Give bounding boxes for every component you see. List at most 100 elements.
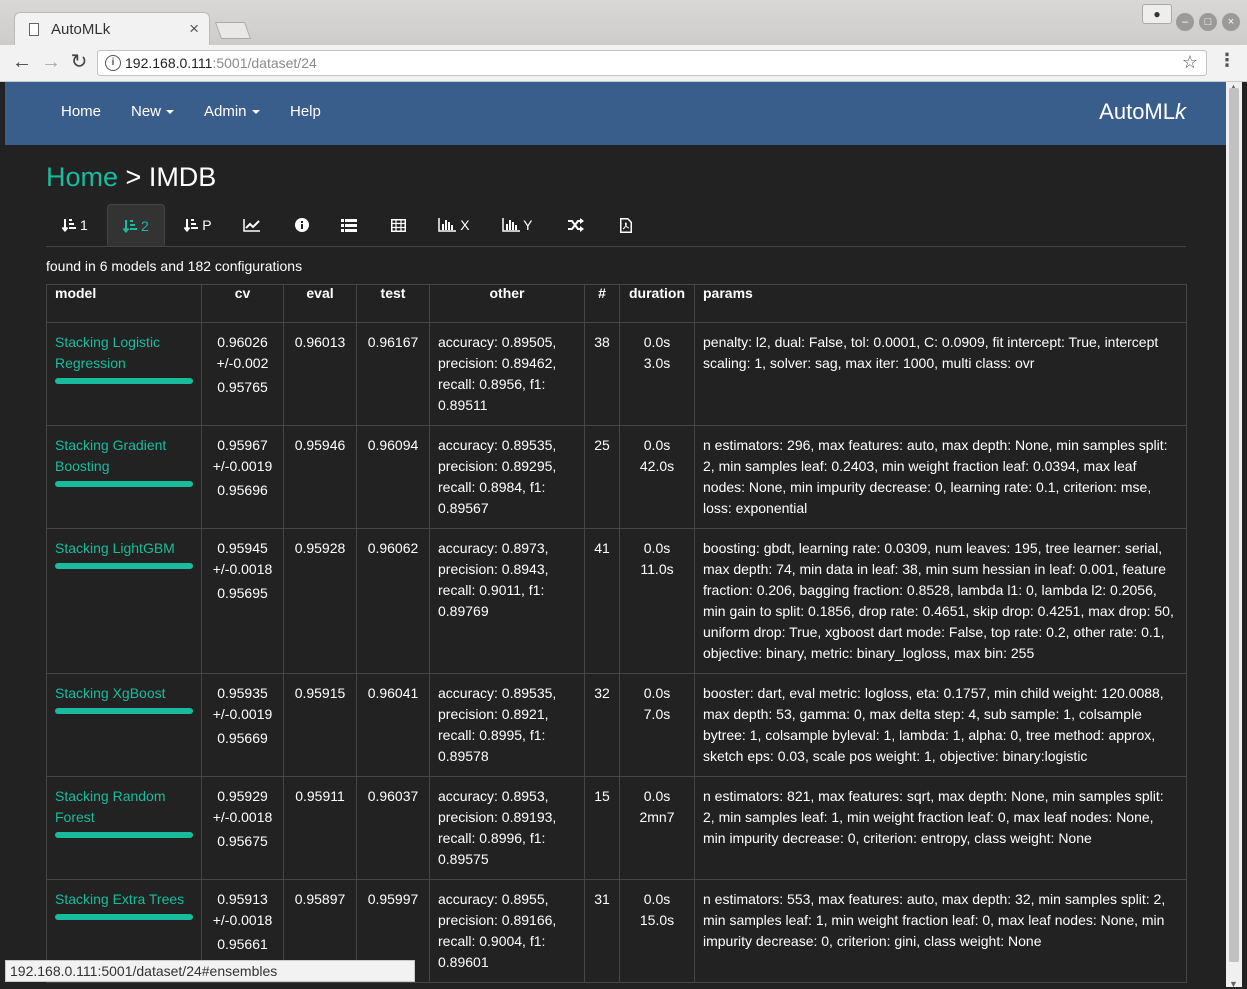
tab-info[interactable] xyxy=(284,204,320,246)
count-cell: 15 xyxy=(584,776,620,880)
col-cv[interactable]: cv xyxy=(201,284,284,323)
address-bar[interactable]: i 192.168.0.111:5001/dataset/24 ☆ xyxy=(97,50,1207,76)
tab-sort-2[interactable]: 2 xyxy=(107,204,165,246)
params-cell: n estimators: 296, max features: auto, m… xyxy=(694,425,1187,529)
back-icon[interactable]: ← xyxy=(9,49,35,75)
cv-std: +/-0.002 xyxy=(216,355,269,371)
cv-std: +/-0.0019 xyxy=(212,458,273,474)
sort-asc-icon xyxy=(184,219,199,233)
cv-cell: 0.95967 +/-0.0019 0.95696 xyxy=(201,425,284,529)
cv-cell: 0.95935 +/-0.0019 0.95669 xyxy=(201,673,284,777)
table-row: Stacking LightGBM 0.95945 +/-0.0018 0.95695… xyxy=(46,528,1187,674)
cv-low: 0.95661 xyxy=(217,936,268,952)
browser-tab[interactable]: AutoMLk × xyxy=(14,12,210,45)
scroll-down-icon[interactable]: ▼ xyxy=(1229,979,1238,989)
line-chart-icon xyxy=(243,219,260,232)
model-link[interactable]: Stacking Random Forest xyxy=(55,786,193,828)
new-tab-button[interactable] xyxy=(214,22,252,39)
close-window-icon[interactable]: × xyxy=(1222,13,1240,31)
col-test[interactable]: test xyxy=(356,284,430,323)
model-link[interactable]: Stacking Gradient Boosting xyxy=(55,435,193,477)
nav-admin-dropdown[interactable]: Admin xyxy=(204,103,260,120)
other-cell: accuracy: 0.8953, precision: 0.89193, re… xyxy=(429,776,585,880)
nav-home[interactable]: Home xyxy=(61,103,101,120)
col-duration[interactable]: duration xyxy=(619,284,695,323)
tab-list[interactable] xyxy=(331,204,367,246)
sort-asc-icon xyxy=(122,220,138,234)
minimize-icon[interactable]: – xyxy=(1176,13,1194,31)
page-scrollbar[interactable]: ▲ ▼ xyxy=(1226,82,1242,989)
tab-sort-p[interactable]: P xyxy=(170,204,226,246)
col-eval[interactable]: eval xyxy=(283,284,357,323)
duration-cell: 0.0s 15.0s xyxy=(619,879,695,983)
cv-value: 0.95945 xyxy=(217,540,268,556)
table-row: Stacking Gradient Boosting 0.95967 +/-0.00… xyxy=(46,425,1187,529)
info-icon xyxy=(295,218,309,232)
count-cell: 25 xyxy=(584,425,620,529)
maximize-icon[interactable]: □ xyxy=(1199,13,1217,31)
scrollbar-thumb[interactable] xyxy=(1229,88,1239,962)
browser-menu-icon[interactable]: ⋮ xyxy=(1218,50,1236,71)
found-summary: found in 6 models and 182 configurations xyxy=(46,258,303,274)
sort-asc-icon xyxy=(61,219,77,233)
model-link[interactable]: Stacking Extra Trees xyxy=(55,889,193,910)
tab-line-chart[interactable] xyxy=(232,204,272,246)
model-cell: Stacking Logistic Regression xyxy=(46,322,202,426)
eval-cell: 0.95928 xyxy=(283,528,357,674)
forward-icon[interactable]: → xyxy=(38,49,64,75)
eval-cell: 0.95915 xyxy=(283,673,357,777)
cv-value: 0.95929 xyxy=(217,788,268,804)
tab-bar-chart-x[interactable]: X xyxy=(430,204,478,246)
col-params[interactable]: params xyxy=(694,284,1187,323)
nav-new-dropdown[interactable]: New xyxy=(131,103,175,120)
cv-low: 0.95669 xyxy=(217,730,268,746)
cv-std: +/-0.0018 xyxy=(212,561,273,577)
test-cell: 0.96037 xyxy=(356,776,430,880)
tab-table[interactable] xyxy=(380,204,416,246)
col-count[interactable]: # xyxy=(584,284,620,323)
count-cell: 38 xyxy=(584,322,620,426)
model-cell: Stacking XgBoost xyxy=(46,673,202,777)
params-cell: booster: dart, eval metric: logloss, eta… xyxy=(694,673,1187,777)
url-text: 192.168.0.111:5001/dataset/24 xyxy=(125,55,317,71)
profile-icon[interactable]: ● xyxy=(1142,4,1172,24)
breadcrumb-home-link[interactable]: Home xyxy=(46,162,118,192)
cv-low: 0.95765 xyxy=(217,379,268,395)
reload-icon[interactable]: ↻ xyxy=(66,49,92,75)
cv-value: 0.95913 xyxy=(217,891,268,907)
close-tab-icon[interactable]: × xyxy=(189,19,199,39)
tab-bar-chart-y[interactable]: Y xyxy=(493,204,541,246)
model-cell: Stacking Random Forest xyxy=(46,776,202,880)
eval-cell: 0.96013 xyxy=(283,322,357,426)
cv-cell: 0.96026 +/-0.002 0.95765 xyxy=(201,322,284,426)
count-cell: 31 xyxy=(584,879,620,983)
cv-value: 0.95967 xyxy=(217,437,268,453)
params-cell: n estimators: 553, max features: auto, m… xyxy=(694,879,1187,983)
other-cell: accuracy: 0.89505, precision: 0.89462, r… xyxy=(429,322,585,426)
brand-logo[interactable]: AutoMLk xyxy=(1099,99,1186,125)
bookmark-star-icon[interactable]: ☆ xyxy=(1182,52,1198,73)
duration-cell: 0.0s 2mn7 xyxy=(619,776,695,880)
params-cell: penalty: l2, dual: False, tol: 0.0001, C… xyxy=(694,322,1187,426)
model-link[interactable]: Stacking LightGBM xyxy=(55,538,193,559)
col-other[interactable]: other xyxy=(429,284,585,323)
col-model[interactable]: model xyxy=(46,284,202,323)
cv-std: +/-0.0018 xyxy=(212,809,273,825)
tab-shuffle[interactable] xyxy=(556,204,596,246)
tab-pdf[interactable] xyxy=(606,204,646,246)
nav-help[interactable]: Help xyxy=(290,103,321,120)
page-title: IMDB xyxy=(148,162,217,192)
model-link[interactable]: Stacking Logistic Regression xyxy=(55,332,193,374)
score-bar xyxy=(55,378,193,384)
model-link[interactable]: Stacking XgBoost xyxy=(55,683,193,704)
eval-cell: 0.95946 xyxy=(283,425,357,529)
caret-down-icon xyxy=(166,110,175,115)
tab-sort-1[interactable]: 1 xyxy=(46,204,104,246)
caret-down-icon xyxy=(251,110,260,115)
test-cell: 0.96062 xyxy=(356,528,430,674)
other-cell: accuracy: 0.89535, precision: 0.8921, re… xyxy=(429,673,585,777)
tab-title: AutoMLk xyxy=(51,21,111,38)
duration-cell: 0.0s 7.0s xyxy=(619,673,695,777)
site-info-icon[interactable]: i xyxy=(105,55,121,71)
results-table: model cv eval test other # duration para… xyxy=(46,284,1187,983)
